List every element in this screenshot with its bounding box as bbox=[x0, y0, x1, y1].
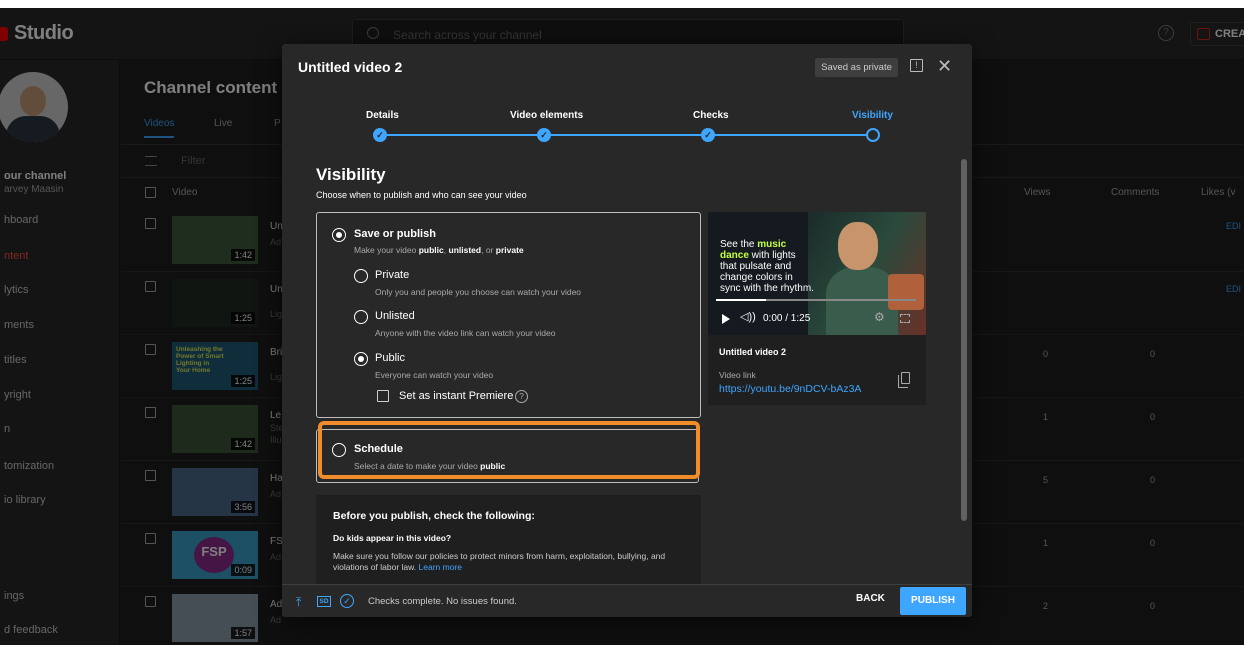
step-checks[interactable]: Checks bbox=[693, 110, 729, 121]
instant-premiere-checkbox[interactable] bbox=[377, 390, 389, 402]
step-current-indicator bbox=[866, 128, 880, 142]
upload-icon: ⤒ bbox=[296, 595, 302, 609]
dialog-scroll-area[interactable]: Visibility Choose when to publish and wh… bbox=[282, 152, 972, 584]
step-details[interactable]: Details bbox=[366, 110, 399, 121]
learn-more-link[interactable]: Learn more bbox=[419, 562, 462, 572]
preview-video-title: Untitled video 2 bbox=[719, 347, 787, 357]
video-progress-fill bbox=[716, 299, 766, 301]
checks-status: Checks complete. No issues found. bbox=[368, 596, 517, 607]
schedule-highlight bbox=[318, 421, 700, 479]
dialog-footer: ⤒ SD ✓ Checks complete. No issues found.… bbox=[282, 584, 972, 617]
close-icon[interactable]: ✕ bbox=[937, 56, 952, 77]
private-radio[interactable] bbox=[354, 269, 368, 283]
video-link-label: Video link bbox=[719, 370, 756, 380]
save-or-publish-label[interactable]: Save or publish bbox=[354, 228, 436, 240]
video-progress-bar[interactable] bbox=[716, 299, 916, 301]
back-button[interactable]: BACK bbox=[856, 593, 885, 604]
checks-complete-icon: ✓ bbox=[340, 594, 354, 608]
help-icon[interactable]: ? bbox=[515, 390, 528, 403]
step-visibility[interactable]: Visibility bbox=[852, 110, 893, 121]
copy-icon[interactable] bbox=[898, 372, 910, 388]
before-publish-panel: Before you publish, check the following:… bbox=[316, 495, 701, 584]
private-desc: Only you and people you choose can watch… bbox=[375, 287, 582, 297]
step-done-check-icon: ✓ bbox=[373, 128, 387, 142]
public-label[interactable]: Public bbox=[375, 352, 405, 364]
dialog-title: Untitled video 2 bbox=[298, 59, 403, 75]
step-video-elements[interactable]: Video elements bbox=[510, 110, 583, 121]
upload-dialog: Untitled video 2 Saved as private ! ✕ De… bbox=[282, 44, 972, 617]
private-label[interactable]: Private bbox=[375, 269, 409, 281]
feedback-icon[interactable]: ! bbox=[910, 59, 923, 72]
save-or-publish-radio[interactable] bbox=[332, 228, 346, 242]
step-done-check-icon: ✓ bbox=[537, 128, 551, 142]
play-icon[interactable] bbox=[722, 314, 730, 324]
volume-icon[interactable]: ◁)) bbox=[740, 310, 756, 323]
stepper-line bbox=[380, 134, 868, 136]
video-time: 0:00 / 1:25 bbox=[763, 313, 811, 324]
video-overlay-caption: See the music dance with lights that puls… bbox=[720, 239, 814, 294]
kids-question: Do kids appear in this video? bbox=[333, 533, 452, 543]
public-desc: Everyone can watch your video bbox=[375, 370, 494, 380]
public-radio[interactable] bbox=[354, 352, 368, 366]
video-preview-card: See the music dance with lights that puls… bbox=[708, 212, 926, 405]
video-player[interactable]: See the music dance with lights that puls… bbox=[708, 212, 926, 335]
video-person-face bbox=[838, 222, 878, 270]
sd-quality-icon: SD bbox=[317, 596, 331, 607]
settings-gear-icon[interactable]: ⚙ bbox=[874, 310, 885, 324]
visibility-heading: Visibility bbox=[316, 165, 386, 184]
video-person-hand bbox=[888, 274, 924, 310]
video-link[interactable]: https://youtu.be/9nDCV-bAz3A bbox=[719, 383, 861, 395]
save-or-publish-desc: Make your video public, unlisted, or pri… bbox=[354, 245, 524, 255]
unlisted-radio[interactable] bbox=[354, 310, 368, 324]
saved-status-badge: Saved as private bbox=[815, 58, 898, 77]
dialog-scrollbar[interactable] bbox=[961, 159, 967, 521]
save-or-publish-box: Save or publish Make your video public, … bbox=[316, 212, 701, 418]
visibility-subheading: Choose when to publish and who can see y… bbox=[316, 190, 527, 200]
studio-app: Studio Search across your channel ? CREA… bbox=[0, 8, 1244, 645]
publish-button[interactable]: PUBLISH bbox=[900, 587, 966, 615]
kids-policy-text: Make sure you follow our policies to pro… bbox=[333, 551, 666, 572]
fullscreen-icon[interactable] bbox=[900, 314, 910, 323]
instant-premiere-label[interactable]: Set as instant Premiere bbox=[399, 390, 513, 402]
top-margin bbox=[0, 0, 1244, 8]
before-publish-heading: Before you publish, check the following: bbox=[333, 510, 535, 522]
unlisted-desc: Anyone with the video link can watch you… bbox=[375, 328, 556, 338]
step-done-check-icon: ✓ bbox=[701, 128, 715, 142]
unlisted-label[interactable]: Unlisted bbox=[375, 310, 415, 322]
